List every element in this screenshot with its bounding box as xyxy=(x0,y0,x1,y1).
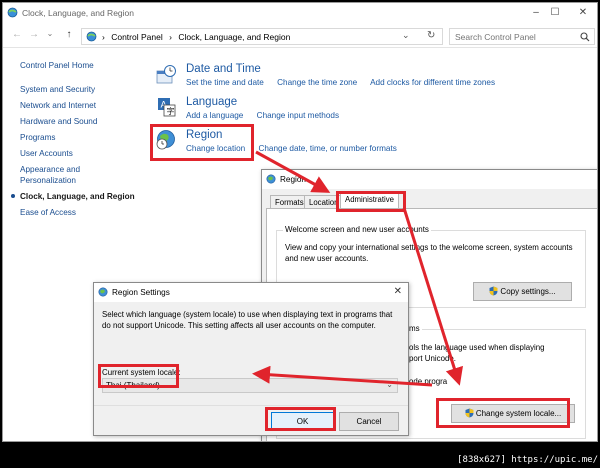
non-unicode-text-2: port Unicode. xyxy=(409,354,456,363)
recent-locations-icon[interactable]: ⌄ xyxy=(43,29,57,38)
close-button[interactable]: ✕ xyxy=(569,3,597,23)
region-dialog-title: Region xyxy=(280,175,306,184)
window-title: Clock, Language, and Region xyxy=(22,8,134,18)
search-icon[interactable] xyxy=(580,32,590,42)
change-formats-link[interactable]: Change date, time, or number formats xyxy=(258,144,396,153)
address-dropdown-icon[interactable]: ⌄ xyxy=(402,30,410,41)
tab-administrative[interactable]: Administrative xyxy=(340,192,399,208)
region-settings-footer: OK Cancel xyxy=(94,405,408,435)
refresh-icon[interactable]: ↻ xyxy=(427,30,435,41)
region-settings-body: Select which language (system locale) to… xyxy=(94,302,408,435)
watermark: [838x627] https://upic.me/ xyxy=(457,455,598,465)
control-panel-icon xyxy=(86,31,97,42)
language-icon: A 字 xyxy=(158,98,176,117)
sidebar: Control Panel Home System and Security N… xyxy=(11,60,150,223)
globe-icon xyxy=(266,174,276,184)
date-time-links: Set the time and date Change the time zo… xyxy=(186,78,506,87)
copy-settings-label: Copy settings... xyxy=(500,287,556,296)
breadcrumb-separator: › xyxy=(102,32,105,42)
system-locale-value: Thai (Thailand) xyxy=(106,381,160,390)
change-location-link[interactable]: Change location xyxy=(186,144,245,153)
tab-formats[interactable]: Formats xyxy=(270,195,309,208)
address-bar[interactable]: › Control Panel › Clock, Language, and R… xyxy=(81,28,443,45)
globe-icon xyxy=(98,287,108,297)
language-heading[interactable]: Language xyxy=(186,96,237,108)
breadcrumb-clock-language-region[interactable]: Clock, Language, and Region xyxy=(178,32,290,42)
date-time-heading[interactable]: Date and Time xyxy=(186,63,261,75)
region-links: Change location Change date, time, or nu… xyxy=(186,144,408,153)
tab-location[interactable]: Location xyxy=(304,195,344,208)
control-panel-icon xyxy=(7,7,18,18)
clock-calendar-icon xyxy=(156,65,176,84)
back-arrow-icon[interactable]: ← xyxy=(10,29,24,40)
sidebar-item-hardware-sound[interactable]: Hardware and Sound xyxy=(20,116,150,127)
add-clocks-link[interactable]: Add clocks for different time zones xyxy=(370,78,495,87)
screenshot-frame: Clock, Language, and Region – ☐ ✕ ← → ⌄ … xyxy=(0,0,600,468)
search-box xyxy=(449,28,595,45)
up-arrow-icon[interactable]: ↑ xyxy=(62,29,76,40)
forward-arrow-icon[interactable]: → xyxy=(27,29,41,40)
sidebar-item-programs[interactable]: Programs xyxy=(20,132,150,143)
region-dialog-title-bar: Region xyxy=(262,170,597,189)
uac-shield-icon xyxy=(465,408,474,418)
region-settings-title: Region Settings xyxy=(112,288,170,297)
uac-shield-icon xyxy=(489,286,498,296)
title-bar: Clock, Language, and Region – ☐ ✕ xyxy=(3,3,597,23)
sidebar-item-user-accounts[interactable]: User Accounts xyxy=(20,148,150,159)
welcome-group-text: View and copy your international setting… xyxy=(285,243,573,263)
copy-settings-button[interactable]: Copy settings... xyxy=(473,282,572,301)
change-system-locale-button[interactable]: Change system locale... xyxy=(451,404,575,423)
cancel-button[interactable]: Cancel xyxy=(339,412,399,431)
region-settings-dialog: Region Settings ✕ Select which language … xyxy=(93,282,409,436)
sidebar-item-control-panel-home[interactable]: Control Panel Home xyxy=(20,60,150,71)
non-unicode-text-3: ode progra xyxy=(409,377,448,386)
region-settings-close-button[interactable]: ✕ xyxy=(394,286,402,297)
sidebar-item-appearance[interactable]: Appearance and Personalization xyxy=(20,164,90,186)
region-settings-description: Select which language (system locale) to… xyxy=(102,310,393,330)
set-time-date-link[interactable]: Set the time and date xyxy=(186,78,264,87)
breadcrumb-control-panel[interactable]: Control Panel xyxy=(111,32,163,42)
globe-clock-icon xyxy=(156,130,175,150)
current-locale-label: Current system locale: xyxy=(102,368,181,377)
search-input[interactable] xyxy=(450,29,568,44)
sidebar-item-clock-language-region[interactable]: Clock, Language, and Region xyxy=(11,191,150,202)
ok-button[interactable]: OK xyxy=(271,412,334,431)
system-locale-select[interactable]: Thai (Thailand) ⌄ xyxy=(102,378,398,393)
maximize-button[interactable]: ☐ xyxy=(541,3,569,23)
address-bar-row: ← → ⌄ ↑ › Control Panel › Clock, Languag… xyxy=(3,24,597,48)
region-heading[interactable]: Region xyxy=(186,129,222,141)
add-language-link[interactable]: Add a language xyxy=(186,111,243,120)
sidebar-item-ease-of-access[interactable]: Ease of Access xyxy=(20,207,150,218)
welcome-group-title: Welcome screen and new user accounts xyxy=(283,225,431,234)
change-input-methods-link[interactable]: Change input methods xyxy=(257,111,339,120)
sidebar-item-network-internet[interactable]: Network and Internet xyxy=(20,100,150,111)
control-panel-window: Clock, Language, and Region – ☐ ✕ ← → ⌄ … xyxy=(2,2,598,442)
sidebar-item-system-security[interactable]: System and Security xyxy=(20,84,150,95)
chevron-down-icon: ⌄ xyxy=(386,380,393,389)
breadcrumb: › Control Panel › Clock, Language, and R… xyxy=(102,32,294,42)
change-time-zone-link[interactable]: Change the time zone xyxy=(277,78,357,87)
breadcrumb-separator: › xyxy=(169,32,172,42)
non-unicode-text-1: ols the language used when displaying xyxy=(409,343,545,352)
non-unicode-group-title: ms xyxy=(407,324,422,333)
change-system-locale-label: Change system locale... xyxy=(475,409,562,418)
svg-text:字: 字 xyxy=(167,106,175,116)
language-links: Add a language Change input methods xyxy=(186,111,350,120)
region-settings-title-bar: Region Settings ✕ xyxy=(94,283,408,302)
